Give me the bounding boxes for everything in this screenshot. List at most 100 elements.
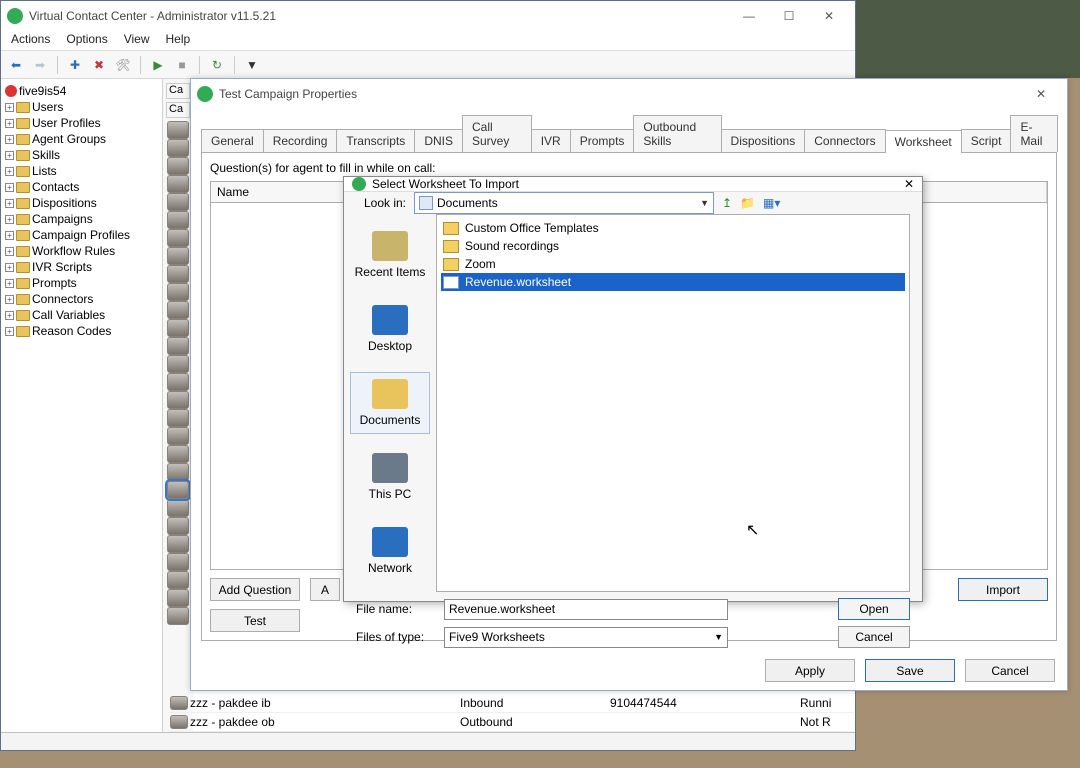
tree-node[interactable]: +Users (3, 99, 160, 115)
stop-icon[interactable]: ■ (173, 56, 191, 74)
tab-worksheet[interactable]: Worksheet (885, 130, 962, 153)
nav-forward-icon[interactable]: ➡ (31, 56, 49, 74)
tree-node[interactable]: +Connectors (3, 291, 160, 307)
campaign-thumb[interactable] (167, 391, 189, 409)
campaign-thumb[interactable] (167, 571, 189, 589)
add-question-button[interactable]: Add Question (210, 578, 300, 601)
table-row[interactable]: zzz - pakdee ib Inbound 9104474544 Runni (168, 694, 854, 713)
campaign-thumb[interactable] (167, 481, 189, 499)
cancel-button[interactable]: Cancel (965, 659, 1055, 682)
tab-outbound-skills[interactable]: Outbound Skills (633, 115, 721, 152)
tab-transcripts[interactable]: Transcripts (336, 129, 415, 152)
tab-ivr[interactable]: IVR (531, 129, 571, 152)
play-icon[interactable]: ▶ (149, 56, 167, 74)
test-button[interactable]: Test (210, 609, 300, 632)
tab-general[interactable]: General (201, 129, 264, 152)
campaign-thumb[interactable] (167, 355, 189, 373)
table-row[interactable]: zzz - pakdee ob Outbound Not R (168, 713, 854, 732)
new-folder-icon[interactable]: 📁 (740, 196, 755, 210)
campaign-thumb[interactable] (167, 409, 189, 427)
tree-root[interactable]: five9is54 (3, 83, 160, 99)
tree-node[interactable]: +Contacts (3, 179, 160, 195)
campaign-thumb[interactable] (167, 427, 189, 445)
refresh-icon[interactable]: ↻ (208, 56, 226, 74)
lookin-combo[interactable]: Documents ▼ (414, 192, 714, 214)
campaign-thumb[interactable] (167, 121, 189, 139)
place-desktop[interactable]: Desktop (350, 298, 430, 360)
campaign-thumb[interactable] (167, 589, 189, 607)
filename-input[interactable] (444, 599, 728, 620)
campaign-thumb[interactable] (167, 517, 189, 535)
campaign-thumb[interactable] (167, 553, 189, 571)
tree-node[interactable]: +Call Variables (3, 307, 160, 323)
file-cancel-button[interactable]: Cancel (838, 626, 910, 648)
tree-node[interactable]: +User Profiles (3, 115, 160, 131)
tree-node[interactable]: +Lists (3, 163, 160, 179)
campaign-thumb[interactable] (167, 283, 189, 301)
minimize-button[interactable]: — (729, 2, 769, 30)
chevron-down-icon[interactable]: ▼ (700, 198, 709, 208)
tree-node[interactable]: +Dispositions (3, 195, 160, 211)
maximize-button[interactable]: ☐ (769, 2, 809, 30)
file-dialog-close-icon[interactable]: ✕ (904, 177, 914, 191)
campaign-thumb[interactable] (167, 139, 189, 157)
campaign-thumb[interactable] (167, 193, 189, 211)
place-this-pc[interactable]: This PC (350, 446, 430, 508)
file-list[interactable]: Custom Office TemplatesSound recordingsZ… (436, 214, 910, 592)
tree-node[interactable]: +Prompts (3, 275, 160, 291)
add-icon[interactable]: ✚ (66, 56, 84, 74)
tab-e-mail[interactable]: E-Mail (1010, 115, 1058, 152)
campaign-thumb[interactable] (167, 463, 189, 481)
tab-call-survey[interactable]: Call Survey (462, 115, 532, 152)
tab-script[interactable]: Script (961, 129, 1012, 152)
campaign-thumb[interactable] (167, 373, 189, 391)
campaign-thumb[interactable] (167, 211, 189, 229)
tree-node[interactable]: +Campaign Profiles (3, 227, 160, 243)
campaign-thumb[interactable] (167, 301, 189, 319)
tree-node[interactable]: +Campaigns (3, 211, 160, 227)
campaign-thumb[interactable] (167, 607, 189, 625)
tree-node[interactable]: +IVR Scripts (3, 259, 160, 275)
file-item[interactable]: Revenue.worksheet (441, 273, 905, 291)
file-item[interactable]: Sound recordings (441, 237, 905, 255)
campaign-thumb[interactable] (167, 265, 189, 283)
truncated-button[interactable]: A (310, 578, 340, 601)
campaign-thumb[interactable] (167, 175, 189, 193)
menu-view[interactable]: View (118, 31, 156, 50)
campaign-thumb[interactable] (167, 319, 189, 337)
place-documents[interactable]: Documents (350, 372, 430, 434)
campaign-thumb[interactable] (167, 535, 189, 553)
tree-node[interactable]: +Agent Groups (3, 131, 160, 147)
tree-node[interactable]: +Reason Codes (3, 323, 160, 339)
filter-icon[interactable]: ▼ (243, 56, 261, 74)
file-item[interactable]: Custom Office Templates (441, 219, 905, 237)
chevron-down-icon[interactable]: ▼ (714, 632, 723, 642)
view-menu-icon[interactable]: ▦▾ (763, 196, 780, 210)
wrench-icon[interactable]: 🛠 (114, 56, 132, 74)
nav-tree[interactable]: five9is54 +Users+User Profiles+Agent Gro… (1, 79, 163, 732)
campaign-thumb[interactable] (167, 499, 189, 517)
place-recent-items[interactable]: Recent Items (350, 224, 430, 286)
menu-options[interactable]: Options (60, 31, 113, 50)
campaign-thumb[interactable] (167, 157, 189, 175)
menu-help[interactable]: Help (160, 31, 197, 50)
tab-dispositions[interactable]: Dispositions (721, 129, 806, 152)
campaign-thumb[interactable] (167, 247, 189, 265)
tab-recording[interactable]: Recording (263, 129, 338, 152)
tab-prompts[interactable]: Prompts (570, 129, 635, 152)
campaign-thumb[interactable] (167, 445, 189, 463)
tab-dnis[interactable]: DNIS (414, 129, 463, 152)
close-button[interactable]: ✕ (809, 2, 849, 30)
delete-icon[interactable]: ✖ (90, 56, 108, 74)
tree-node[interactable]: +Skills (3, 147, 160, 163)
file-item[interactable]: Zoom (441, 255, 905, 273)
campaign-thumb[interactable] (167, 229, 189, 247)
menu-actions[interactable]: Actions (5, 31, 56, 50)
import-button[interactable]: Import (958, 578, 1048, 601)
campaign-thumb[interactable] (167, 337, 189, 355)
dialog-close-icon[interactable]: ✕ (1021, 80, 1061, 108)
nav-back-icon[interactable]: ⬅ (7, 56, 25, 74)
up-folder-icon[interactable]: ↥ (722, 196, 732, 210)
tree-node[interactable]: +Workflow Rules (3, 243, 160, 259)
place-network[interactable]: Network (350, 520, 430, 582)
